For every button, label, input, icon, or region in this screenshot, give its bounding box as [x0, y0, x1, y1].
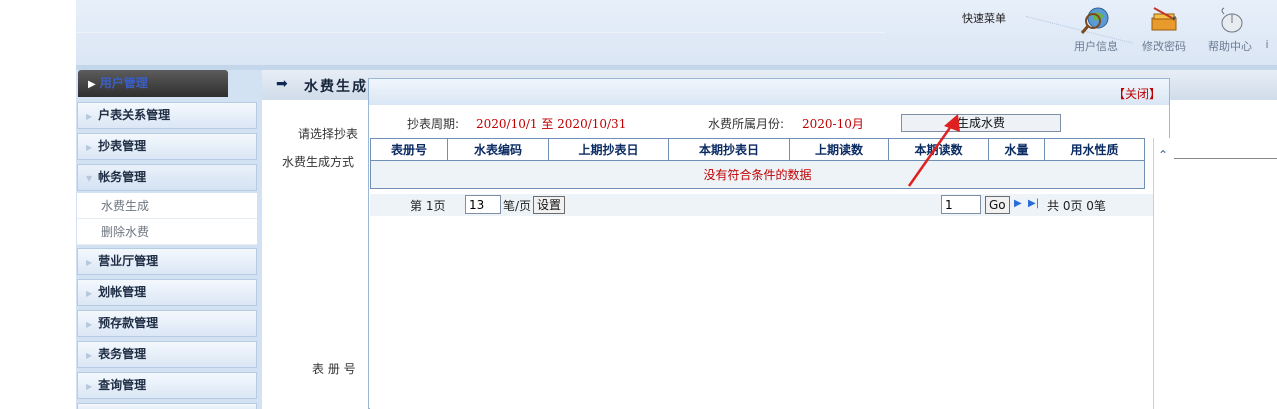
- column-header[interactable]: 水量: [988, 138, 1045, 161]
- fee-table: 表册号 水表编码 上期抄表日 本期抄表日 上期读数 本期读数 水量 用水性质 没…: [370, 138, 1145, 189]
- sidebar-subitem-generate-fee[interactable]: 水费生成: [77, 193, 257, 219]
- period-value: 2020/10/1 至 2020/10/31: [476, 117, 627, 131]
- sidebar-item-prepaid[interactable]: ▶ 预存款管理: [77, 310, 257, 337]
- top-header: 快速菜单 用户信息 修改密码 帮助中心 i: [76, 0, 1277, 70]
- sidebar-item-label: 划帐管理: [98, 285, 147, 299]
- fee-dialog: 【关闭】 抄表周期: 2020/10/1 至 2020/10/31 水费所属月份…: [368, 78, 1171, 409]
- empty-message: 没有符合条件的数据: [370, 160, 1145, 189]
- user-info-icon: [1080, 7, 1109, 34]
- dialog-body-empty: [370, 216, 1153, 409]
- column-header[interactable]: 上期读数: [789, 138, 889, 161]
- sidebar-item-label: 营业厅管理: [98, 254, 159, 268]
- sidebar-item-label: 抄表管理: [98, 139, 147, 153]
- generate-mode-label: 水费生成方式: [282, 155, 355, 169]
- month-label: 水费所属月份:: [708, 117, 785, 131]
- user-info-button[interactable]: 用户信息: [1066, 4, 1126, 54]
- arrow-right-icon: ➡: [276, 76, 288, 92]
- triangle-right-icon: ▶: [86, 320, 93, 329]
- exit-button[interactable]: i: [1252, 4, 1277, 51]
- exit-label: i: [1265, 38, 1269, 51]
- table-header-row: 表册号 水表编码 上期抄表日 本期抄表日 上期读数 本期读数 水量 用水性质: [370, 138, 1145, 161]
- triangle-right-icon: ▶: [86, 382, 93, 391]
- goto-page-input[interactable]: [941, 195, 981, 214]
- pager-summary: 共 0页 0笔: [1047, 199, 1106, 213]
- sidebar-subitem-delete-fee[interactable]: 删除水费: [77, 219, 257, 245]
- page-indicator: 第 1页: [410, 199, 446, 213]
- change-password-icon: [1151, 7, 1177, 31]
- page-size-input[interactable]: [465, 195, 501, 214]
- sidebar-item-accounts[interactable]: ▼ 帐务管理: [77, 164, 257, 191]
- sidebar-item-meter-relations[interactable]: ▶ 户表关系管理: [77, 102, 257, 129]
- triangle-right-icon: ▶: [86, 143, 93, 152]
- triangle-right-icon: ▶: [86, 289, 93, 298]
- sidebar-item-label: 表务管理: [98, 347, 147, 361]
- annotation-arrow-icon: [907, 114, 960, 187]
- help-center-label: 帮助中心: [1208, 40, 1252, 53]
- user-info-label: 用户信息: [1074, 40, 1118, 53]
- period-label: 抄表周期:: [407, 117, 460, 131]
- triangle-down-icon: ▼: [86, 174, 93, 183]
- change-password-label: 修改密码: [1142, 40, 1186, 53]
- triangle-right-icon: ▶: [86, 112, 93, 121]
- column-header[interactable]: 表册号: [370, 138, 448, 161]
- sidebar: ▶ 用户管理 ▶ 户表关系管理 ▶ 抄表管理 ▼ 帐务管理 水费生成 删除水费 ▶ 营业厅…: [76, 70, 262, 409]
- select-period-label: 请选择抄表: [298, 127, 359, 141]
- help-center-icon: [1221, 7, 1243, 33]
- column-header[interactable]: 用水性质: [1044, 138, 1145, 161]
- sidebar-header-user-management[interactable]: ▶ 用户管理: [78, 70, 228, 97]
- sidebar-header-label: 用户管理: [99, 76, 148, 90]
- account-book-label: 表 册 号: [312, 362, 356, 376]
- column-header[interactable]: 上期抄表日: [548, 138, 669, 161]
- next-page-icon[interactable]: ▶: [1014, 198, 1022, 209]
- sidebar-item-partial: [77, 403, 257, 409]
- exit-icon: [1252, 4, 1277, 36]
- sidebar-item-label: 预存款管理: [98, 316, 159, 330]
- content-divider: [1174, 158, 1277, 159]
- dialog-title-bar: 【关闭】: [369, 79, 1169, 105]
- sidebar-item-business-hall[interactable]: ▶ 营业厅管理: [77, 248, 257, 275]
- triangle-right-icon: ▶: [86, 258, 93, 267]
- column-header[interactable]: 水表编码: [447, 138, 549, 161]
- close-button[interactable]: 【关闭】: [1113, 85, 1161, 102]
- triangle-right-icon: ▶: [86, 351, 93, 360]
- pager: 第 1页 笔/页 设置 Go ▶ ▶| 共 0页 0笔: [370, 194, 1153, 216]
- month-value: 2020-10月: [802, 117, 864, 131]
- sidebar-item-transfer[interactable]: ▶ 划帐管理: [77, 279, 257, 306]
- sidebar-item-label: 查询管理: [98, 378, 147, 392]
- table-row: 没有符合条件的数据: [370, 160, 1145, 189]
- help-center-button[interactable]: 帮助中心: [1200, 4, 1260, 54]
- chevron-up-icon[interactable]: ⌃: [1158, 148, 1168, 162]
- quick-menu-label: 快速菜单: [962, 12, 1006, 25]
- page-size-suffix: 笔/页: [503, 199, 532, 213]
- set-page-size-button[interactable]: 设置: [533, 196, 566, 214]
- sidebar-item-label: 帐务管理: [98, 170, 147, 184]
- sidebar-item-meter-reading[interactable]: ▶ 抄表管理: [77, 133, 257, 160]
- page-title: 水费生成: [304, 79, 368, 95]
- last-page-icon[interactable]: ▶|: [1028, 198, 1039, 209]
- sidebar-item-meter-service[interactable]: ▶ 表务管理: [77, 341, 257, 368]
- header-divider: [76, 32, 886, 33]
- change-password-button[interactable]: 修改密码: [1134, 4, 1194, 54]
- page: 快速菜单 用户信息 修改密码 帮助中心 i ▶ 用户管理 ▶ 户表关系管理 ▶ …: [0, 0, 1277, 409]
- triangle-right-icon: ▶: [88, 79, 96, 90]
- go-button[interactable]: Go: [985, 196, 1010, 214]
- sidebar-item-label: 户表关系管理: [98, 108, 171, 122]
- column-header[interactable]: 本期抄表日: [668, 138, 790, 161]
- sidebar-item-query[interactable]: ▶ 查询管理: [77, 372, 257, 399]
- scrollbar[interactable]: ⌃: [1153, 138, 1171, 409]
